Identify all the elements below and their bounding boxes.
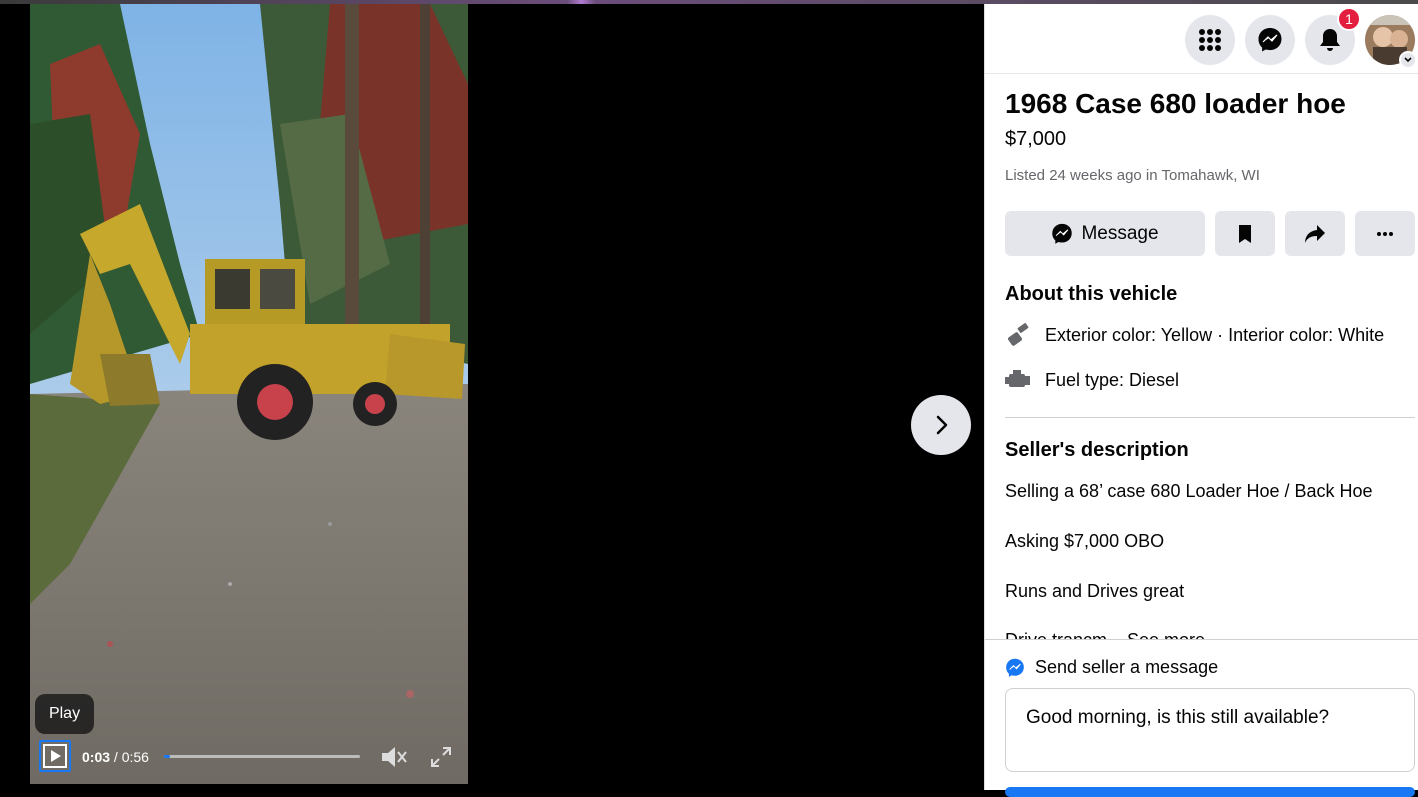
current-time: 0:03 <box>82 749 111 765</box>
description-line: Asking $7,000 OBO <box>1005 531 1165 551</box>
grid-menu-icon <box>1199 29 1221 51</box>
progress-bar[interactable] <box>164 755 360 758</box>
time-separator: / <box>110 749 122 765</box>
share-button[interactable] <box>1285 211 1345 256</box>
play-button[interactable] <box>39 740 71 772</box>
listed-info: Listed 24 weeks ago in Tomahawk, WI <box>1005 167 1260 184</box>
video-player[interactable] <box>30 4 468 784</box>
paint-brush-icon <box>1008 323 1029 346</box>
video-frame-image <box>30 4 468 784</box>
send-seller-label: Send seller a message <box>1035 657 1219 677</box>
chevron-down-icon <box>1404 57 1412 63</box>
listed-time: Listed 24 weeks ago in <box>1005 167 1162 184</box>
send-seller-row: Send seller a message <box>1005 657 1218 678</box>
play-tooltip: Play <box>35 694 94 734</box>
message-input[interactable]: Good morning, is this still available? <box>1005 688 1415 772</box>
video-controls: 0:03 / 0:56 <box>30 736 468 780</box>
fuel-attribute-text: Fuel type: Diesel <box>1045 369 1180 390</box>
fullscreen-icon[interactable] <box>430 746 452 773</box>
menu-button[interactable] <box>1185 15 1235 65</box>
location-link[interactable]: Tomahawk, WI <box>1162 167 1260 184</box>
top-bar: 1 <box>985 4 1418 74</box>
bell-icon <box>1320 29 1340 51</box>
play-icon <box>43 744 67 768</box>
browser-top-strip <box>0 0 1418 4</box>
notification-badge: 1 <box>1337 7 1361 31</box>
account-chevron-button[interactable] <box>1399 51 1417 69</box>
save-button[interactable] <box>1215 211 1275 256</box>
total-time: 0:56 <box>121 749 149 765</box>
messenger-icon <box>1052 223 1073 244</box>
next-media-button[interactable] <box>911 395 971 455</box>
video-time: 0:03 / 0:56 <box>82 749 149 765</box>
messenger-button[interactable] <box>1245 15 1295 65</box>
color-attribute-text: Exterior color: Yellow · Interior color:… <box>1045 324 1385 345</box>
more-options-button[interactable] <box>1355 211 1415 256</box>
bookmark-icon <box>1239 224 1251 243</box>
chevron-right-icon <box>936 415 948 435</box>
listing-title: 1968 Case 680 loader hoe <box>1005 88 1346 119</box>
fuel-attribute: Fuel type: Diesel <box>1005 365 1179 395</box>
send-button[interactable] <box>1005 787 1415 797</box>
progress-fill <box>164 755 170 758</box>
more-dots-icon <box>1377 231 1393 236</box>
listing-price: $7,000 <box>1005 128 1067 150</box>
listing-panel: 1 1968 Case 680 loader hoe $7,000 Listed… <box>984 0 1418 797</box>
message-button-label: Message <box>1081 222 1159 244</box>
listing-content: 1968 Case 680 loader hoe $7,000 Listed 2… <box>1005 74 1418 640</box>
description-line: Runs and Drives great <box>1005 581 1185 601</box>
description-heading: Seller's description <box>1005 439 1189 461</box>
message-seller-section: Send seller a message Good morning, is t… <box>985 639 1418 797</box>
volume-muted-icon[interactable] <box>380 744 408 775</box>
messenger-icon <box>1006 658 1024 677</box>
media-viewer: Play 0:03 / 0:56 <box>0 0 984 790</box>
color-attribute: Exterior color: Yellow · Interior color:… <box>1005 320 1384 350</box>
section-divider <box>1005 417 1415 418</box>
share-icon <box>1305 224 1325 243</box>
message-button[interactable]: Message <box>1005 211 1205 256</box>
messenger-icon <box>1258 28 1282 52</box>
description-line: Selling a 68’ case 680 Loader Hoe / Back… <box>1005 481 1373 501</box>
about-heading: About this vehicle <box>1005 283 1178 305</box>
engine-icon <box>1005 370 1030 387</box>
